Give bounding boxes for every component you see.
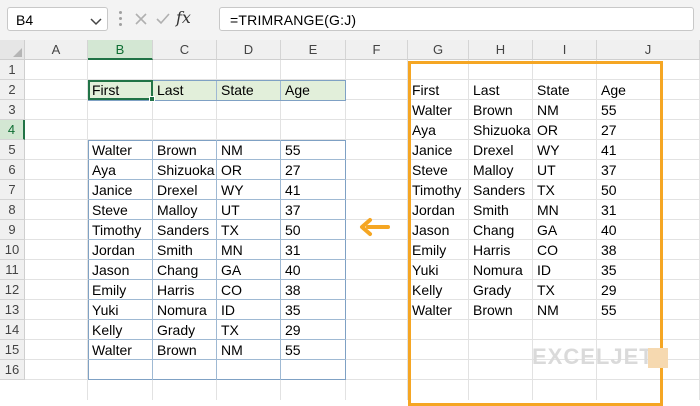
source-cell[interactable]: 31	[281, 240, 301, 260]
left-arrow-icon	[358, 217, 390, 242]
source-cell[interactable]: TX	[217, 220, 239, 240]
row-header-16[interactable]: 16	[0, 360, 25, 380]
source-cell[interactable]: Yuki	[88, 300, 118, 320]
column-header-d[interactable]: D	[217, 40, 281, 60]
name-box-value: B4	[16, 12, 34, 28]
source-cell[interactable]: Walter	[88, 140, 132, 160]
row-header-8[interactable]: 8	[0, 200, 25, 220]
row-header-9[interactable]: 9	[0, 220, 25, 240]
source-cell[interactable]: Emily	[88, 280, 126, 300]
active-cell-b4[interactable]	[88, 80, 153, 100]
column-header-g[interactable]: G	[408, 40, 469, 60]
formula-input[interactable]: =TRIMRANGE(G:J)	[219, 7, 694, 31]
column-header-f[interactable]: F	[346, 40, 408, 60]
formula-text: =TRIMRANGE(G:J)	[230, 12, 357, 28]
column-header-a[interactable]: A	[25, 40, 88, 60]
source-cell[interactable]: Jason	[88, 260, 129, 280]
name-box[interactable]: B4	[7, 7, 108, 31]
row-header-10[interactable]: 10	[0, 240, 25, 260]
source-cell[interactable]: 37	[281, 200, 301, 220]
exceljet-logo-mark	[648, 348, 668, 368]
source-cell[interactable]: Aya	[88, 160, 116, 180]
cancel-icon[interactable]	[133, 11, 149, 32]
row-header-5[interactable]: 5	[0, 140, 25, 160]
row-header-11[interactable]: 11	[0, 260, 25, 280]
enter-icon[interactable]	[155, 11, 171, 32]
source-cell[interactable]: Malloy	[153, 200, 197, 220]
source-cell[interactable]: 38	[281, 280, 301, 300]
source-cell[interactable]: Nomura	[153, 300, 207, 320]
source-cell[interactable]: MN	[217, 240, 243, 260]
source-table: First Last State Age	[88, 80, 346, 102]
column-header-j[interactable]: J	[597, 40, 700, 60]
row-header-2[interactable]: 2	[0, 80, 25, 100]
source-cell[interactable]: 50	[281, 220, 301, 240]
row-header-14[interactable]: 14	[0, 320, 25, 340]
row-header-1[interactable]: 1	[0, 60, 25, 80]
formula-bar-grip[interactable]	[119, 11, 122, 29]
source-cell[interactable]: NM	[217, 140, 243, 160]
row-header-7[interactable]: 7	[0, 180, 25, 200]
source-cell[interactable]: WY	[217, 180, 244, 200]
source-cell[interactable]: 55	[281, 140, 301, 160]
source-cell[interactable]: GA	[217, 260, 241, 280]
select-all-corner[interactable]	[0, 40, 25, 60]
formula-bar: B4 fx =TRIMRANGE(G:J)	[0, 0, 700, 40]
fx-icon[interactable]: fx	[176, 8, 191, 27]
source-cell[interactable]: OR	[217, 160, 242, 180]
source-cell[interactable]: Smith	[153, 240, 193, 260]
chevron-down-icon[interactable]	[90, 14, 102, 32]
row-header-13[interactable]: 13	[0, 300, 25, 320]
row-header-12[interactable]: 12	[0, 280, 25, 300]
source-cell[interactable]: ID	[217, 300, 235, 320]
source-cell[interactable]: CO	[217, 280, 242, 300]
source-cell[interactable]: Brown	[153, 140, 197, 160]
source-cell[interactable]: Drexel	[153, 180, 197, 200]
source-cell[interactable]: Jordan	[88, 240, 135, 260]
fill-handle[interactable]	[149, 96, 155, 102]
source-cell[interactable]: Janice	[88, 180, 132, 200]
source-cell[interactable]: 40	[281, 260, 301, 280]
exceljet-logo: EXCELJET	[532, 344, 654, 369]
row-header-3[interactable]: 3	[0, 100, 25, 120]
column-header-i[interactable]: I	[533, 40, 597, 60]
row-header-15[interactable]: 15	[0, 340, 25, 360]
source-cell[interactable]: 35	[281, 300, 301, 320]
row-header-4[interactable]: 4	[0, 120, 25, 140]
source-cell[interactable]: Shizuoka	[153, 160, 215, 180]
column-header-e[interactable]: E	[281, 40, 346, 60]
source-cell[interactable]: 41	[281, 180, 301, 200]
source-cell[interactable]: Timothy	[88, 220, 141, 240]
source-cell[interactable]: Harris	[153, 280, 194, 300]
source-cell[interactable]: Chang	[153, 260, 198, 280]
source-cell[interactable]: Sanders	[153, 220, 209, 240]
column-header-h[interactable]: H	[469, 40, 533, 60]
row-header-6[interactable]: 6	[0, 160, 25, 180]
column-header-c[interactable]: C	[153, 40, 217, 60]
column-header-b[interactable]: B	[88, 40, 153, 60]
source-cell[interactable]: Steve	[88, 200, 128, 220]
source-cell[interactable]: UT	[217, 200, 240, 220]
source-cell[interactable]: 27	[281, 160, 301, 180]
